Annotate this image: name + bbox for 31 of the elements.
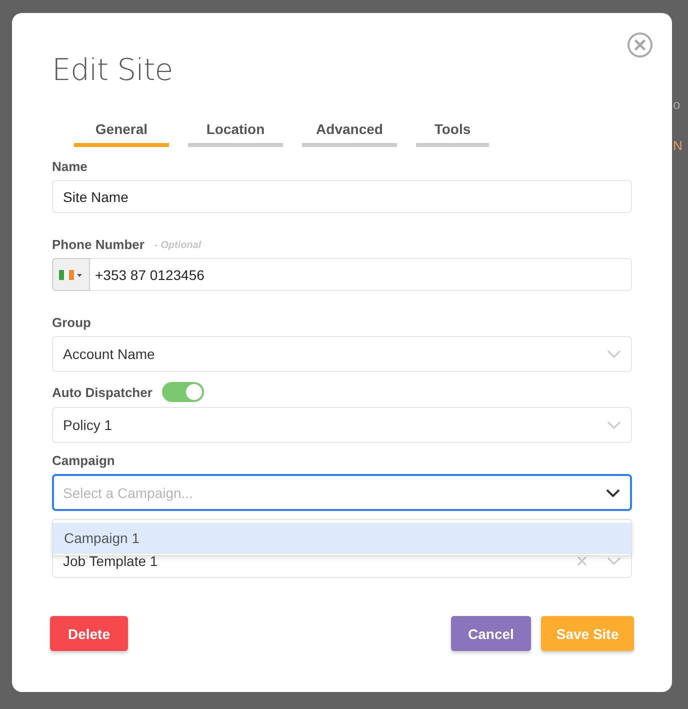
flag-icon [59,270,74,280]
chevron-icon [606,489,620,497]
tab[interactable]: Tools [416,119,489,147]
dialog-title: Edit Site [52,53,174,89]
group-select[interactable]: Account Name [52,336,632,372]
toggle-switch[interactable] [162,382,204,402]
field-label: Name [52,159,88,174]
field-label: Auto Dispatcher [52,384,152,400]
country-picker[interactable] [52,258,90,291]
delete-button[interactable]: Delete [50,616,128,651]
field-label: Phone Number [52,237,144,252]
dropdown-option[interactable]: Campaign 1 [53,523,631,554]
phone-field[interactable]: +353 87 0123456 [90,258,632,291]
chevron-icon [607,350,621,358]
chevron-icon [607,556,621,564]
tab[interactable]: General [74,119,169,147]
campaign-select[interactable]: Select a Campaign... [52,474,632,511]
name-field[interactable]: Site Name [52,180,632,213]
field-label: Campaign [52,453,116,468]
field-label: Group [52,315,92,330]
tab[interactable]: Location [188,119,283,147]
close-icon[interactable] [627,32,653,58]
optional-note: - Optional [154,240,202,251]
background-text: o [673,97,682,112]
policy-select[interactable]: Policy 1 [52,407,632,443]
chevron-icon [607,421,621,429]
clear-icon[interactable] [577,556,587,566]
cancel-button[interactable]: Cancel [451,616,531,651]
background-text: N [673,138,682,153]
tab[interactable]: Advanced [302,119,397,147]
caret-icon [77,274,82,276]
